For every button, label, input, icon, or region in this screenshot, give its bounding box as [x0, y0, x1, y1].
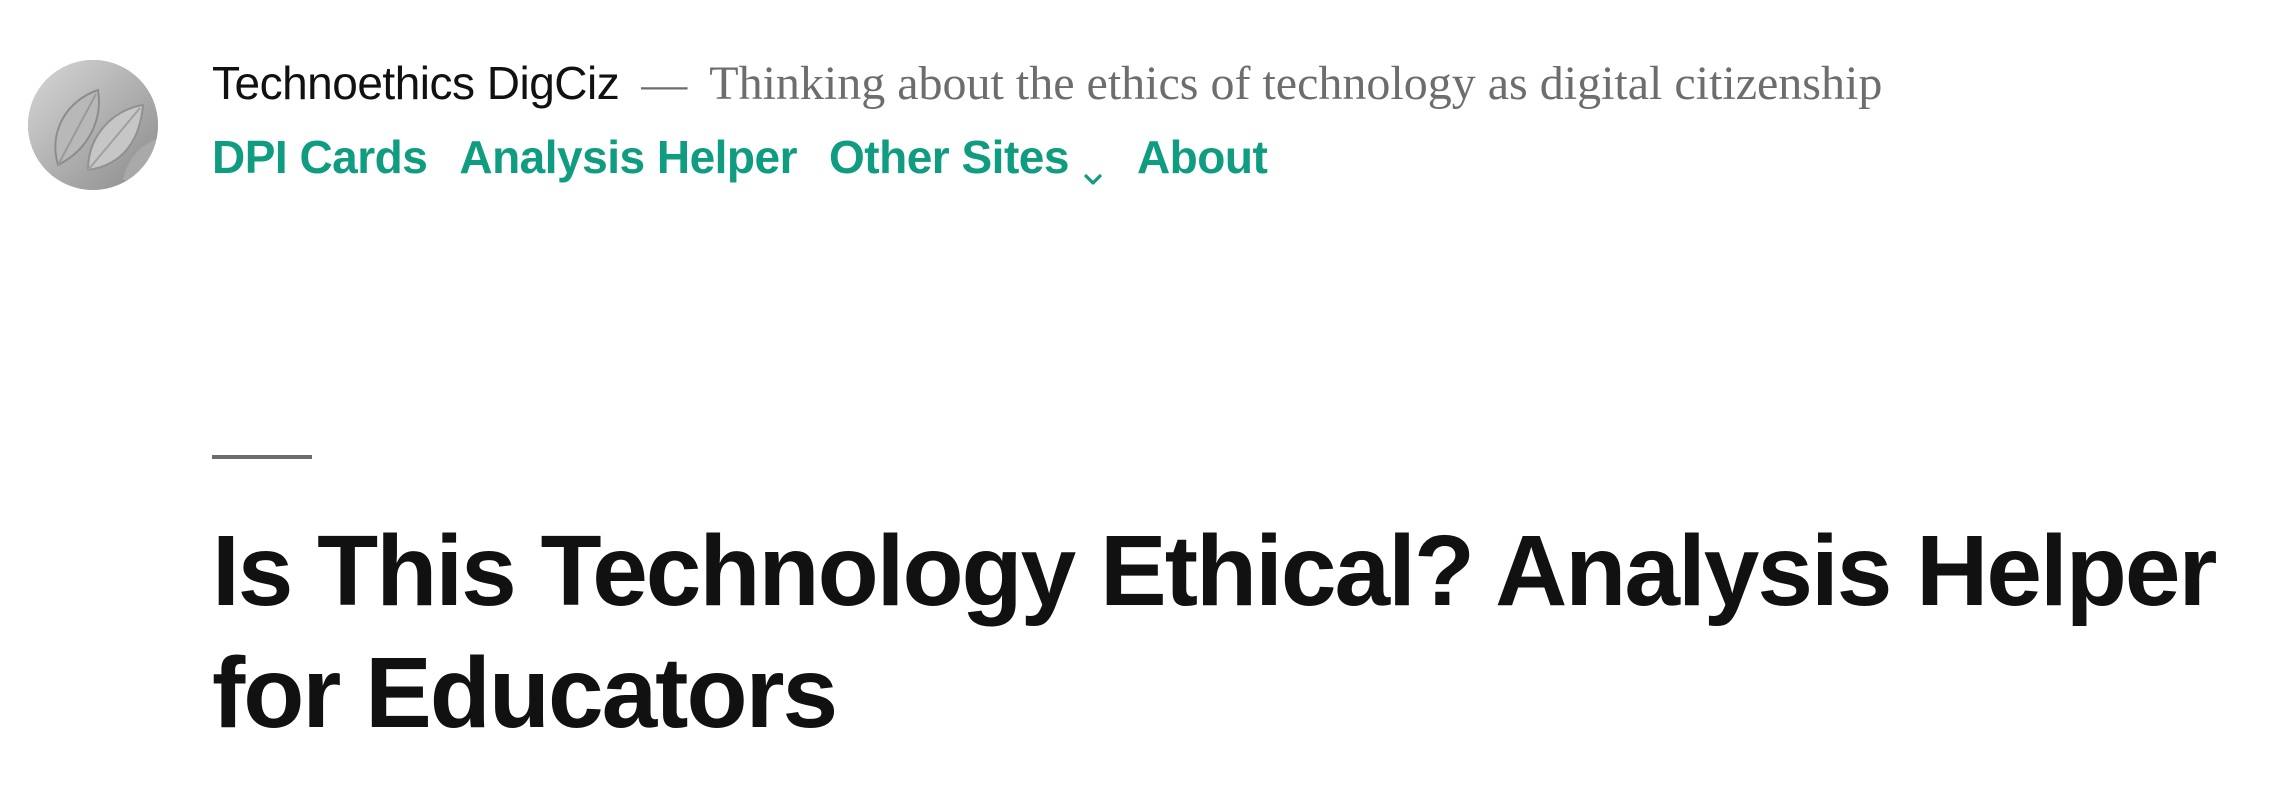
- nav-item-dpi-cards[interactable]: DPI Cards: [212, 130, 428, 184]
- nav-item-label: Analysis Helper: [459, 131, 798, 183]
- nav-item-label: DPI Cards: [212, 131, 428, 183]
- page-title: Is This Technology Ethical? Analysis Hel…: [212, 515, 2217, 749]
- title-separator: —: [641, 58, 688, 109]
- nav-item-analysis-helper[interactable]: Analysis Helper: [459, 130, 797, 184]
- site-tagline: Thinking about the ethics of technology …: [709, 57, 1883, 110]
- site-logo[interactable]: [28, 60, 158, 190]
- title-divider: [212, 455, 312, 459]
- site-branding: Technoethics DigCiz — Thinking about the…: [212, 56, 1882, 116]
- primary-nav: DPI Cards Analysis Helper Other Sites Ab…: [212, 130, 1299, 185]
- leaf-logo-icon: [28, 60, 158, 190]
- site-header: Technoethics DigCiz — Thinking about the…: [0, 0, 2274, 200]
- nav-item-label: Other Sites: [829, 131, 1069, 183]
- site-title[interactable]: Technoethics DigCiz: [212, 56, 620, 110]
- nav-item-other-sites[interactable]: Other Sites: [829, 130, 1105, 185]
- chevron-down-icon[interactable]: [1081, 148, 1105, 185]
- nav-item-label: About: [1136, 131, 1268, 183]
- nav-item-about[interactable]: About: [1136, 130, 1268, 184]
